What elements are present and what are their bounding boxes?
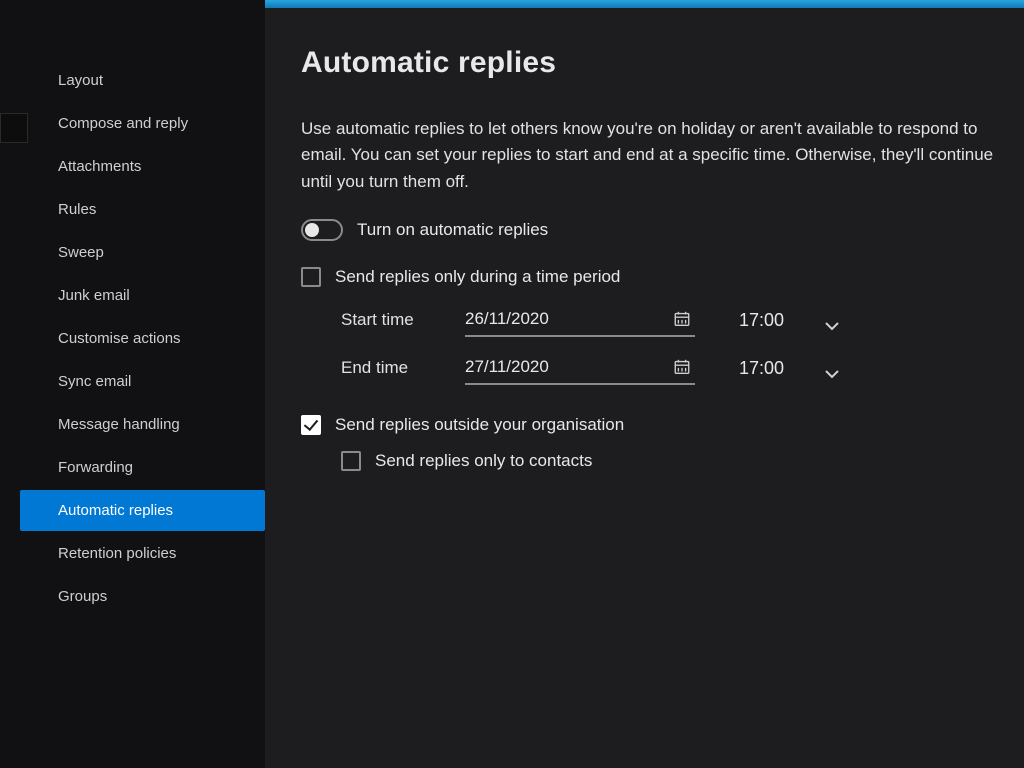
outside-block: Send replies outside your organisation S… xyxy=(301,415,1024,471)
check-row-outside-org: Send replies outside your organisation xyxy=(301,415,1024,435)
start-date-value: 26/11/2020 xyxy=(465,309,549,329)
sidebar-item-rules[interactable]: Rules xyxy=(20,189,265,230)
checkbox-outside-org[interactable] xyxy=(301,415,321,435)
end-time-label: End time xyxy=(341,358,441,378)
sidebar-item-customise-actions[interactable]: Customise actions xyxy=(20,318,265,359)
sidebar-indicator xyxy=(0,113,28,143)
check-row-time-period: Send replies only during a time period xyxy=(301,267,1024,287)
check-row-only-contacts: Send replies only to contacts xyxy=(341,451,1024,471)
sidebar-item-label: Retention policies xyxy=(58,545,176,562)
start-time-label: Start time xyxy=(341,310,441,330)
settings-sidebar: Layout Compose and reply Attachments Rul… xyxy=(0,0,265,768)
toggle-row-auto-replies: Turn on automatic replies xyxy=(301,219,1024,241)
sidebar-item-message-handling[interactable]: Message handling xyxy=(20,404,265,445)
checkbox-label-outside-org: Send replies outside your organisation xyxy=(335,415,624,435)
page-title: Automatic replies xyxy=(301,46,1024,80)
main-pane: Automatic replies Use automatic replies … xyxy=(265,0,1024,768)
toggle-knob xyxy=(305,223,319,237)
calendar-icon xyxy=(673,310,691,328)
sidebar-item-compose-and-reply[interactable]: Compose and reply xyxy=(20,103,265,144)
sidebar-item-retention-policies[interactable]: Retention policies xyxy=(20,533,265,574)
checkbox-only-contacts[interactable] xyxy=(341,451,361,471)
sidebar-item-groups[interactable]: Groups xyxy=(20,576,265,617)
sidebar-item-label: Junk email xyxy=(58,287,130,304)
time-section: Start time 26/11/2020 17:00 End time xyxy=(341,303,1024,385)
sidebar-item-forwarding[interactable]: Forwarding xyxy=(20,447,265,488)
sidebar-item-layout[interactable]: Layout xyxy=(20,60,265,101)
checkbox-label-only-contacts: Send replies only to contacts xyxy=(375,451,592,471)
sidebar-item-label: Groups xyxy=(58,588,107,605)
sidebar-item-automatic-replies[interactable]: Automatic replies xyxy=(20,490,265,531)
sidebar-item-label: Automatic replies xyxy=(58,502,173,519)
sidebar-item-label: Sync email xyxy=(58,373,131,390)
checkbox-label-time-period: Send replies only during a time period xyxy=(335,267,620,287)
sidebar-item-label: Attachments xyxy=(58,158,141,175)
end-hour-select[interactable]: 17:00 xyxy=(719,358,840,379)
sidebar-item-label: Sweep xyxy=(58,244,104,261)
sidebar-item-attachments[interactable]: Attachments xyxy=(20,146,265,187)
end-hour-value: 17:00 xyxy=(739,358,784,379)
start-date-input[interactable]: 26/11/2020 xyxy=(465,303,695,337)
chevron-down-icon xyxy=(824,363,840,373)
start-hour-value: 17:00 xyxy=(739,310,784,331)
toggle-label: Turn on automatic replies xyxy=(357,220,548,240)
sidebar-item-junk-email[interactable]: Junk email xyxy=(20,275,265,316)
start-hour-select[interactable]: 17:00 xyxy=(719,310,840,331)
sidebar-item-label: Layout xyxy=(58,72,103,89)
toggle-auto-replies[interactable] xyxy=(301,219,343,241)
sidebar-item-label: Customise actions xyxy=(58,330,181,347)
end-date-value: 27/11/2020 xyxy=(465,357,549,377)
settings-window: Layout Compose and reply Attachments Rul… xyxy=(0,0,1024,768)
sidebar-item-sweep[interactable]: Sweep xyxy=(20,232,265,273)
end-date-input[interactable]: 27/11/2020 xyxy=(465,351,695,385)
sidebar-item-label: Message handling xyxy=(58,416,180,433)
sidebar-item-label: Rules xyxy=(58,201,96,218)
page-description: Use automatic replies to let others know… xyxy=(301,116,1024,195)
end-time-row: End time 27/11/2020 17:00 xyxy=(341,351,1024,385)
start-time-row: Start time 26/11/2020 17:00 xyxy=(341,303,1024,337)
calendar-icon xyxy=(673,358,691,376)
sidebar-item-label: Compose and reply xyxy=(58,115,188,132)
sidebar-item-label: Forwarding xyxy=(58,459,133,476)
sidebar-item-sync-email[interactable]: Sync email xyxy=(20,361,265,402)
chevron-down-icon xyxy=(824,315,840,325)
checkbox-time-period[interactable] xyxy=(301,267,321,287)
